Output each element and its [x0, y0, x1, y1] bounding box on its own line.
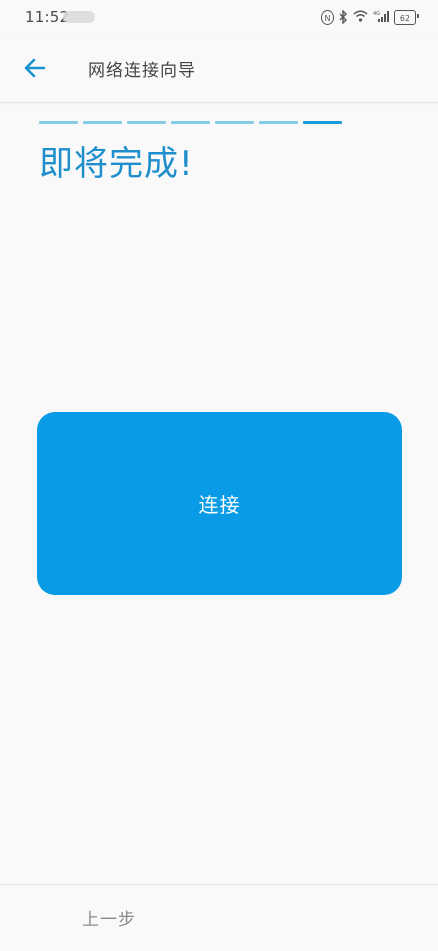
- wizard-progress: [39, 121, 342, 124]
- back-button[interactable]: [18, 51, 52, 85]
- progress-step-current: [303, 121, 342, 124]
- bluetooth-icon: [339, 8, 348, 25]
- arrow-left-icon: [24, 58, 46, 78]
- wizard-heading: 即将完成!: [39, 144, 194, 184]
- progress-step: [171, 121, 210, 124]
- wifi-icon: [353, 10, 368, 25]
- status-icons: N 4G 62: [321, 8, 419, 25]
- connect-button[interactable]: 连接: [37, 412, 402, 595]
- notification-icons-blurred: [63, 11, 95, 23]
- battery-icon: 62: [394, 9, 419, 25]
- page-title: 网络连接向导: [88, 61, 196, 81]
- progress-step: [127, 121, 166, 124]
- 4g-signal-icon: 4G: [373, 10, 389, 25]
- previous-step-button[interactable]: 上一步: [82, 905, 136, 930]
- bottom-bar: 上一步: [0, 884, 438, 951]
- progress-step: [39, 121, 78, 124]
- progress-step: [83, 121, 122, 124]
- status-bar: 11:52 N 4G 62: [0, 0, 438, 34]
- svg-text:4G: 4G: [373, 11, 380, 17]
- progress-step: [259, 121, 298, 124]
- nfc-icon: N: [321, 9, 334, 25]
- progress-step: [215, 121, 254, 124]
- connect-button-label: 连接: [198, 493, 241, 517]
- toolbar: 网络连接向导: [0, 34, 438, 103]
